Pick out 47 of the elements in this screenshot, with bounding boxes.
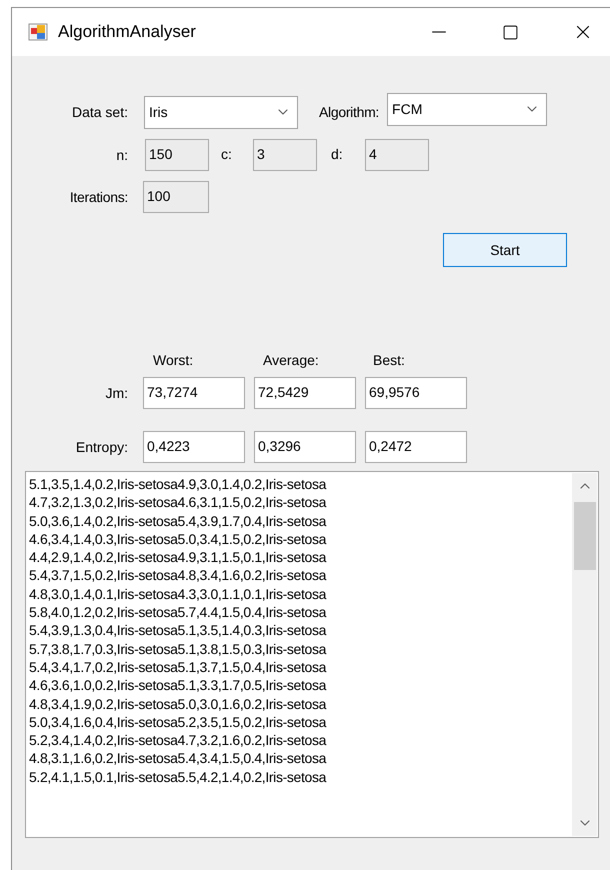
field-label: Average: — [263, 352, 319, 368]
output-line: 4.8,3.0,1.4,0.1,Iris-setosa4.3,3.0,1.1,0.1,Iris-setosa — [29, 584, 328, 604]
app-icon — [28, 23, 48, 41]
output-line: 5.1,3.5,1.4,0.2,Iris-setosa4.9,3.0,1.4,0.2,Iris-setosa — [29, 475, 328, 494]
field-label: Data set: — [72, 102, 128, 122]
field-label: d: — [331, 146, 343, 162]
scrollbar-thumb[interactable] — [574, 502, 596, 570]
start-button[interactable]: Start — [443, 233, 567, 267]
text-field[interactable]: 73,7274 — [143, 377, 245, 409]
dropdown[interactable]: Iris — [144, 96, 298, 128]
output-text-area[interactable] — [25, 471, 599, 838]
output-line: 4.7,3.2,1.3,0.2,Iris-setosa4.6,3.1,1.5,0.2,Iris-setosa — [29, 493, 328, 512]
output-line: 4.4,2.9,1.4,0.2,Iris-setosa4.9,3.1,1.5,0.1,Iris-setosa — [29, 548, 328, 566]
field-label: Algorithm: — [319, 102, 380, 122]
text-field[interactable]: 150 — [145, 139, 209, 171]
text-field[interactable]: 69,9576 — [365, 377, 467, 409]
output-line: 4.6,3.4,1.4,0.3,Iris-setosa5.0,3.4,1.5,0.2,Iris-setosa — [29, 530, 328, 548]
field-label: Entropy: — [76, 438, 128, 457]
output-line: 5.4,3.7,1.5,0.2,Iris-setosa4.8,3.4,1.6,0.2,Iris-setosa — [29, 566, 328, 585]
field-label: c: — [221, 146, 232, 162]
field-label: Best: — [373, 352, 405, 368]
text-field[interactable]: 100 — [143, 181, 209, 213]
window-title: AlgorithmAnalyser — [58, 21, 196, 44]
scrollbar[interactable] — [572, 473, 597, 836]
text-field[interactable]: 3 — [253, 139, 317, 171]
output-line: 4.8,3.4,1.9,0.2,Iris-setosa5.0,3.0,1.6,0.2,Iris-setosa — [29, 694, 328, 713]
output-line: 5.8,4.0,1.2,0.2,Iris-setosa5.7,4.4,1.5,0.4,Iris-setosa — [29, 603, 328, 622]
output-line: 5.4,3.9,1.3,0.4,Iris-setosa5.1,3.5,1.4,0.3,Iris-setosa — [29, 621, 328, 640]
output-line: 5.4,3.4,1.7,0.2,Iris-setosa5.1,3.7,1.5,0.4,Iris-setosa — [29, 658, 328, 676]
field-label: n: — [116, 146, 128, 164]
text-field[interactable]: 0,3296 — [254, 431, 356, 463]
output-line: 5.0,3.4,1.6,0.4,Iris-setosa5.2,3.5,1.5,0.2,Iris-setosa — [29, 712, 328, 732]
output-line: 4.8,3.1,1.6,0.2,Iris-setosa5.4,3.4,1.5,0.4,Iris-setosa — [29, 749, 328, 768]
output-line: 4.6,3.6,1.0,0.2,Iris-setosa5.1,3.3,1.7,0.5,Iris-setosa — [29, 676, 328, 695]
output-line: 5.2,4.1,1.5,0.1,Iris-setosa5.5,4.2,1.4,0.2,Iris-setosa — [29, 768, 328, 786]
field-label: Worst: — [153, 352, 194, 368]
dropdown[interactable]: FCM — [387, 92, 548, 126]
field-label: Iterations: — [70, 188, 128, 206]
output-line: 5.2,3.4,1.4,0.2,Iris-setosa4.7,3.2,1.6,0.2,Iris-setosa — [29, 731, 328, 750]
text-field[interactable]: 4 — [365, 139, 429, 171]
text-field[interactable]: 0,4223 — [143, 431, 245, 463]
output-line: 5.0,3.6,1.4,0.2,Iris-setosa5.4,3.9,1.7,0.4,Iris-setosa — [29, 512, 328, 530]
text-field[interactable]: 72,5429 — [254, 377, 356, 409]
field-label: Jm: — [105, 384, 128, 402]
output-line: 5.7,3.8,1.7,0.3,Iris-setosa5.1,3.8,1.5,0.3,Iris-setosa — [29, 640, 328, 658]
maximize-icon[interactable] — [502, 24, 519, 40]
text-field[interactable]: 0,2472 — [365, 431, 467, 463]
